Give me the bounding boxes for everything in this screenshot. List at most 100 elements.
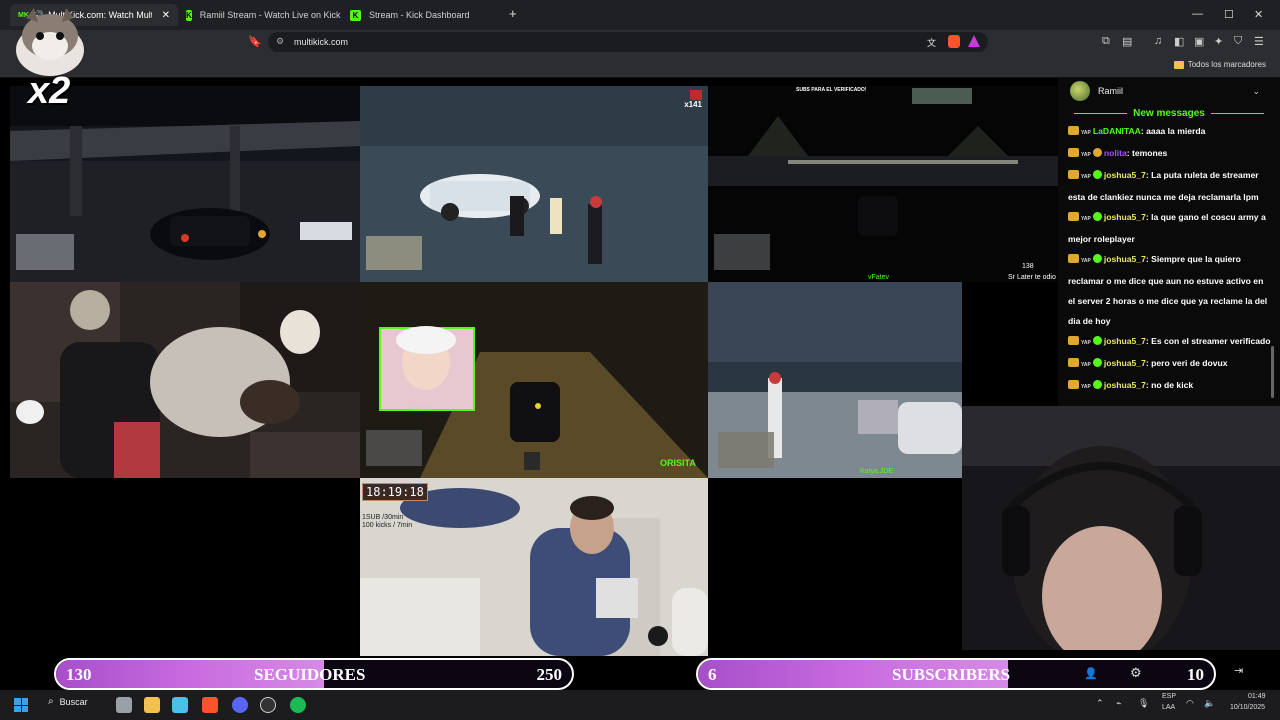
yap-badge-icon: YAP	[1081, 130, 1091, 136]
file-explorer-icon[interactable]	[144, 697, 160, 713]
clock-date[interactable]: 10/10/2025	[1230, 704, 1265, 711]
chat-header[interactable]: Ramiil ⌄	[1058, 78, 1280, 104]
tray-chevron-icon[interactable]: ⌃	[1096, 698, 1104, 709]
verified-badge-icon	[1092, 336, 1102, 345]
brave-shield-icon[interactable]	[948, 35, 960, 48]
chat-message: YAP joshua5_7: la que gano el coscu army …	[1058, 207, 1280, 249]
leo-ai-icon[interactable]: ✦	[1214, 35, 1223, 48]
chat-username[interactable]: LaDANITAA	[1093, 126, 1141, 136]
close-window-button[interactable]: ✕	[1254, 8, 1263, 21]
stream-tile-gta-police[interactable]	[10, 86, 360, 282]
stream-video	[708, 86, 1058, 282]
search-icon: ⌕	[48, 696, 54, 707]
gear-icon[interactable]: ⚙	[1130, 665, 1142, 681]
yap-badge-icon: YAP	[1081, 340, 1091, 346]
stream-tile-gta-night[interactable]: SUBS PARA EL VERIFICADO! vFatev 138 Sr L…	[708, 86, 1058, 282]
stream-tile-gta-car[interactable]: x141	[360, 86, 708, 282]
yap-badge-icon: YAP	[1081, 152, 1091, 158]
task-view-icon[interactable]	[116, 697, 132, 713]
volume-icon[interactable]: 🔈	[1204, 698, 1215, 709]
bookmarks-folder-label: Todos los marcadores	[1187, 60, 1266, 69]
menu-icon[interactable]: ☰	[1254, 35, 1264, 48]
obs-icon[interactable]	[260, 697, 276, 713]
minimize-button[interactable]: —	[1192, 8, 1203, 20]
brave-icon[interactable]	[202, 697, 218, 713]
maximize-button[interactable]: ☐	[1224, 8, 1234, 21]
new-tab-button[interactable]: +	[509, 6, 517, 21]
bookmarks-folder[interactable]: Todos los marcadores	[1173, 60, 1266, 69]
tab-ramiil-stream[interactable]: K Ramiil Stream - Watch Live on Kick	[178, 4, 341, 26]
language-code[interactable]: ESP	[1162, 693, 1176, 700]
subs-target: 10	[1187, 665, 1204, 684]
wallet-icon[interactable]: ▣	[1194, 35, 1204, 48]
chat-message-list: YAP LaDANITAA: aaaa la mierda YAP nolita: t…	[1058, 121, 1280, 397]
stream-tile-orisita[interactable]: ORISITA ORISITA	[360, 282, 708, 478]
chat-username[interactable]: nolita	[1104, 148, 1127, 158]
stream-banner: SUBS PARA EL VERIFICADO!	[796, 87, 867, 93]
chat-username[interactable]: joshua5_7	[1104, 212, 1146, 222]
stream-video	[360, 478, 708, 656]
vpn-icon[interactable]: ⛉	[1234, 35, 1242, 48]
stream-video	[708, 282, 962, 478]
timer: 18:19:18	[362, 483, 428, 501]
chevron-down-icon[interactable]: ⌄	[1252, 86, 1260, 97]
stream-video	[10, 86, 360, 282]
clock-time[interactable]: 01:49	[1248, 693, 1266, 700]
chat-message-text: temones	[1132, 148, 1168, 158]
taskbar-search[interactable]: ⌕ Buscar	[48, 696, 88, 707]
network-icon[interactable]: ⌁	[1116, 698, 1121, 709]
add-user-icon[interactable]: 👤	[1084, 667, 1098, 680]
chat-scrollbar[interactable]	[1271, 346, 1274, 398]
chat-username[interactable]: joshua5_7	[1104, 254, 1146, 264]
followers-label: SEGUIDORES	[254, 665, 366, 684]
language-region[interactable]: LAA	[1162, 704, 1175, 711]
stream-tile-room[interactable]	[10, 282, 360, 478]
yap-badge-icon: YAP	[1081, 216, 1091, 222]
subscriber-badge-icon	[1068, 148, 1079, 157]
spotify-icon[interactable]	[290, 697, 306, 713]
close-icon[interactable]: ✕	[162, 10, 170, 21]
new-messages-divider[interactable]: New messages	[1058, 104, 1280, 119]
folder-icon	[1173, 60, 1184, 69]
chat-message-text: no de kick	[1151, 380, 1194, 390]
tab-kick-dashboard[interactable]: K Stream - Kick Dashboard	[342, 4, 502, 26]
browser-tab-strip: MK 🔊 MultiKick.com: Watch Multip ✕ K Ram…	[0, 0, 1280, 30]
translate-icon[interactable]: 文	[927, 36, 936, 49]
address-bar[interactable]: ⚙ multikick.com 文	[268, 32, 988, 52]
chat-message-text: pero veri de dovux	[1151, 358, 1228, 368]
photos-icon[interactable]	[172, 697, 188, 713]
followers-target: 250	[536, 665, 563, 684]
media-icon[interactable]: ♫	[1154, 35, 1162, 47]
subscriber-badge-icon	[1068, 358, 1079, 367]
extensions-icon[interactable]: ⧉	[1102, 35, 1110, 48]
chat-message: YAP joshua5_7: La puta ruleta de streamer…	[1058, 165, 1280, 207]
player-tag: vFatev	[868, 274, 890, 281]
yap-badge-icon: YAP	[1081, 258, 1091, 264]
subscriber-badge-icon	[1068, 212, 1079, 221]
chat-username[interactable]: joshua5_7	[1104, 336, 1146, 346]
microphone-icon[interactable]: 🎙	[1138, 698, 1149, 709]
player-tag: ORISITA	[660, 458, 696, 468]
reader-icon[interactable]: ▤	[1122, 35, 1132, 48]
logout-icon[interactable]: ⇥	[1234, 664, 1243, 677]
site-settings-icon[interactable]: ⚙	[276, 36, 284, 47]
browser-toolbar: 🔖 ⚙ multikick.com 文 ⧉ ▤ ♫ ◧ ▣ ✦ ⛉ ☰	[0, 30, 1280, 54]
sidebar-icon[interactable]: ◧	[1174, 35, 1184, 48]
cam-tag: ORISITA	[412, 406, 432, 412]
wifi-icon[interactable]: ◠	[1186, 698, 1194, 709]
discord-icon[interactable]	[232, 697, 248, 713]
brave-rewards-icon[interactable]	[968, 35, 980, 47]
search-label: Buscar	[59, 696, 88, 707]
bookmark-icon[interactable]: 🔖	[248, 35, 262, 48]
chat-message-text: Es con el streamer verificado	[1151, 336, 1271, 346]
kicks-goal-line: 100 kicks / 7min	[362, 522, 413, 529]
yap-badge-icon: YAP	[1081, 174, 1091, 180]
stream-tile-beach[interactable]: Katya.JDE	[708, 282, 962, 478]
windows-start-icon[interactable]	[14, 698, 28, 712]
stream-tile-irl[interactable]: 18:19:18 1SUB /30min 100 kicks / 7min	[360, 478, 708, 656]
sub-goal-line: 1SUB /30min	[362, 514, 404, 521]
chat-username[interactable]: joshua5_7	[1104, 380, 1146, 390]
chat-message-text: aaaa la mierda	[1146, 126, 1206, 136]
chat-username[interactable]: joshua5_7	[1104, 358, 1146, 368]
chat-username[interactable]: joshua5_7	[1104, 170, 1146, 180]
